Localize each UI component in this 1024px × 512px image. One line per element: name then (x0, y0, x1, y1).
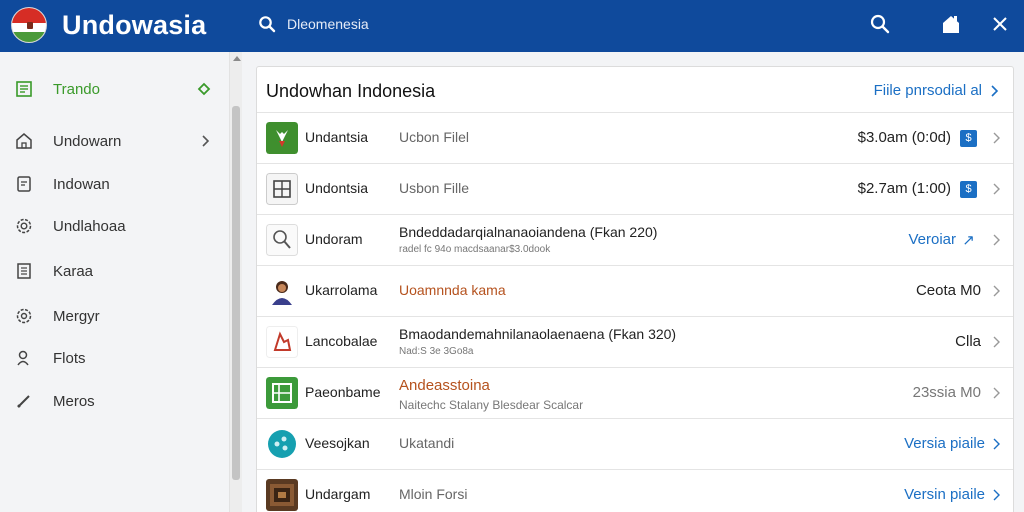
list-item[interactable]: Veesojkan Ukatandi Versia piaile (257, 418, 1013, 469)
row-name: Veesojkan (305, 435, 370, 451)
pencil-icon (17, 395, 30, 408)
row-desc: Mloin Forsi (399, 486, 468, 502)
list-item[interactable]: Ukarrolama Uoamnnda kama Ceota M0 (257, 265, 1013, 316)
chevron-right-icon[interactable] (991, 489, 1001, 501)
sidebar-scrollbar[interactable] (229, 52, 242, 512)
sidebar-item-label: Karaa (53, 262, 94, 280)
green-grid-icon (266, 377, 298, 409)
row-subtitle: Naitechc Stalany Blesdear Scalcar (399, 398, 584, 412)
gear-icon (16, 218, 32, 234)
chevron-right-icon[interactable] (991, 285, 1001, 297)
red-figure-icon (266, 326, 298, 358)
settings-icon (16, 308, 32, 324)
teal-circle-icon (268, 430, 296, 458)
chevron-right-icon (991, 84, 999, 97)
row-name: Undantsia (305, 129, 369, 145)
row-desc: Ukatandi (399, 435, 455, 451)
row-name: Lancobalae (305, 333, 378, 349)
chevron-right-icon[interactable] (991, 336, 1001, 348)
diamond-icon (197, 82, 211, 96)
photo-thumbnail (266, 479, 298, 511)
grid-icon (266, 173, 298, 205)
panel-title: Undowhan Indonesia (266, 81, 436, 101)
row-title: Bmaodandemahnilanaolaenaena (Fkan 320) (399, 326, 677, 342)
portrait-avatar (266, 275, 298, 307)
scroll-thumb[interactable] (232, 106, 240, 480)
row-value: Clla (955, 333, 981, 350)
panel-link-label: Fiile pnrsodial al (873, 82, 982, 99)
row-title: Andeasstoina (399, 377, 490, 394)
sidebar-item-meros[interactable]: Meros (0, 383, 229, 419)
search-icon[interactable] (869, 13, 891, 35)
chevron-right-icon[interactable] (991, 387, 1001, 399)
row-desc: Uoamnnda kama (399, 282, 506, 298)
sidebar-item-label: Trando (53, 80, 100, 98)
list-item[interactable]: Undoram Bndeddadarqialnanaoiandena (Fkan… (257, 214, 1013, 265)
row-name: Undoram (305, 231, 363, 247)
home-icon[interactable] (940, 13, 962, 35)
chevron-right-icon[interactable] (991, 183, 1001, 195)
external-link-icon[interactable]: ↗ (960, 232, 977, 249)
row-desc: Usbon Fille (399, 180, 470, 196)
sidebar-item-indowan[interactable]: Indowan (0, 166, 229, 202)
sidebar-item-undowarn[interactable]: Undowarn (0, 123, 229, 159)
row-value: $3.0am (0:0d) (857, 129, 951, 146)
list-item[interactable]: Undargam Mloin Forsi Versin piaile (257, 469, 1013, 512)
row-subtitle: Nad:S 3e 3Go8a (399, 346, 474, 357)
document-icon (17, 176, 31, 192)
row-link[interactable]: Versin piaile (904, 486, 985, 503)
sidebar: Trando Undowarn Indowan Undlahoaa Karaa … (0, 52, 229, 512)
row-value: Ceota M0 (915, 282, 981, 299)
row-name: Ukarrolama (305, 282, 378, 298)
chevron-right-icon[interactable] (991, 234, 1001, 246)
panel-link[interactable]: Fiile pnrsodial al (874, 82, 999, 99)
row-title: Bndeddadarqialnanaoiandena (Fkan 220) (399, 224, 658, 240)
list-item[interactable]: Undantsia Ucbon Filel $3.0am (0:0d) $ (257, 112, 1013, 163)
chevron-right-icon (202, 135, 210, 147)
chevron-right-icon[interactable] (991, 438, 1001, 450)
scroll-up-icon[interactable] (233, 56, 241, 61)
main-panel: Undowhan Indonesia Fiile pnrsodial al Un… (256, 66, 1014, 512)
list-icon (16, 81, 32, 97)
sidebar-item-label: Mergyr (53, 307, 100, 325)
row-link[interactable]: Versia piaile (904, 435, 985, 452)
home-icon (16, 133, 32, 149)
list-item[interactable]: Paeonbame Andeasstoina Naitechc Stalany … (257, 367, 1013, 418)
app-title: Undowasia (62, 10, 207, 40)
dollar-badge-icon[interactable]: $ (960, 181, 977, 198)
search-input[interactable]: Dleomenesia (287, 16, 369, 32)
flag-logo-icon (11, 7, 47, 43)
row-desc: Ucbon Filel (399, 129, 470, 145)
sidebar-item-trando[interactable]: Trando (0, 71, 229, 107)
list-item[interactable]: Undontsia Usbon Fille $2.7am (1:00) $ (257, 163, 1013, 214)
sidebar-item-label: Flots (53, 349, 86, 367)
search-icon[interactable] (258, 15, 276, 33)
list-item[interactable]: Lancobalae Bmaodandemahnilanaolaenaena (… (257, 316, 1013, 367)
row-name: Paeonbame (305, 384, 381, 400)
person-icon (17, 350, 29, 366)
row-value: 23ssia M0 (912, 384, 981, 401)
green-figure-icon (266, 122, 298, 154)
row-subtitle: radel fc 94o macdsaanar$3.0dook (399, 244, 551, 255)
page-icon (17, 263, 31, 279)
sidebar-item-label: Meros (53, 392, 95, 410)
sidebar-item-label: Undlahoaa (53, 217, 126, 235)
chevron-right-icon[interactable] (991, 132, 1001, 144)
row-link[interactable]: Veroiar (908, 231, 956, 248)
app-header: Undowasia Dleomenesia (0, 0, 1024, 52)
sidebar-item-label: Undowarn (53, 132, 122, 150)
row-name: Undargam (305, 486, 371, 502)
sidebar-item-mergyr[interactable]: Mergyr (0, 298, 229, 334)
sidebar-item-karaa[interactable]: Karaa (0, 253, 229, 289)
sidebar-item-label: Indowan (53, 175, 110, 193)
magnifier-icon (266, 224, 298, 256)
row-name: Undontsia (305, 180, 369, 196)
dollar-badge-icon[interactable]: $ (960, 130, 977, 147)
sidebar-item-undlahoaa[interactable]: Undlahoaa (0, 208, 229, 244)
sidebar-item-flots[interactable]: Flots (0, 340, 229, 376)
close-icon[interactable] (989, 13, 1011, 35)
row-value: $2.7am (1:00) (857, 180, 951, 197)
